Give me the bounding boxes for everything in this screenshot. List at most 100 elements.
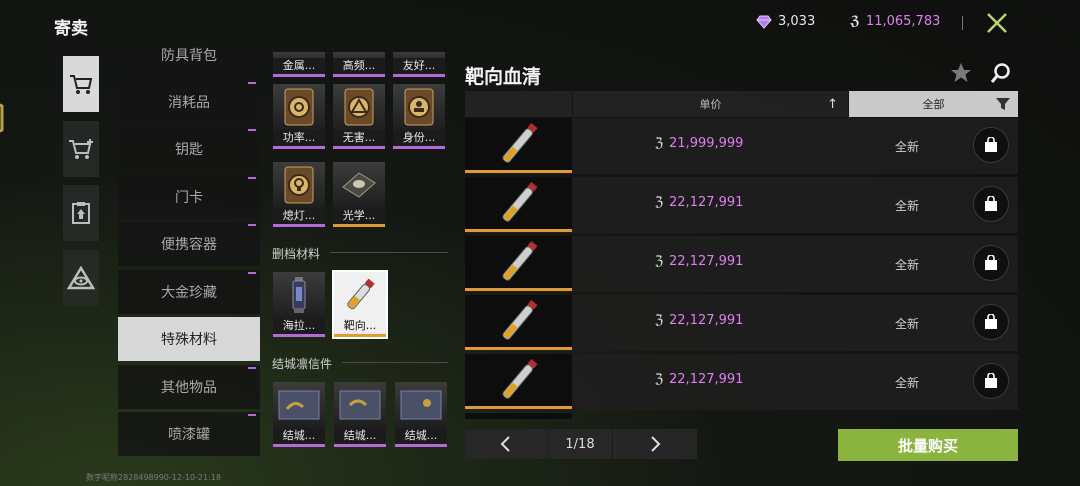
section-divider [330, 252, 448, 253]
keycard-bulb-icon [273, 162, 325, 208]
hexagon-emblem-icon [0, 96, 8, 140]
nav-buy-button[interactable] [63, 56, 99, 112]
diamond-icon [756, 15, 772, 29]
serum-vial-icon [465, 236, 572, 291]
keycard-id-icon [393, 84, 445, 130]
section-label-delete: 删档材料 [272, 247, 321, 261]
item-tile[interactable]: 功率... [273, 84, 325, 149]
buy-button[interactable] [973, 186, 1009, 222]
category-list: 防具背包 消耗品 钥匙 门卡 便携容器 大金珍藏 特殊材料 其他物品 喷漆罐 [118, 48, 260, 460]
nav-orders-button[interactable] [63, 185, 99, 241]
close-icon [987, 13, 1007, 33]
cart-icon [70, 75, 93, 94]
item-tile[interactable]: 结城... [334, 382, 386, 447]
page-title: 寄卖 [54, 19, 88, 39]
item-tile[interactable]: 高频... [333, 52, 385, 77]
sort-arrow-icon: ↑ [827, 96, 838, 112]
serum-vial-icon [465, 177, 572, 232]
section-divider [342, 362, 448, 363]
nav-exchange-button[interactable] [63, 250, 99, 306]
category-item[interactable]: 门卡 [118, 174, 260, 219]
item-tile[interactable]: 友好... [393, 52, 445, 77]
chevron-right-icon [651, 436, 661, 452]
shopping-bag-icon [985, 137, 997, 152]
item-tile[interactable]: 无害... [333, 84, 385, 149]
coin-icon: ℨ [655, 254, 664, 269]
condition-label: 全新 [895, 376, 920, 390]
condition-label: 全新 [895, 199, 920, 213]
coin-icon: ℨ [655, 195, 664, 210]
bulk-buy-button[interactable]: 批量购买 [838, 429, 1018, 461]
close-button[interactable] [984, 10, 1010, 36]
shopping-bag-icon [985, 373, 997, 388]
listing-row[interactable]: ℨ 22,127,991 全新 [465, 236, 1018, 292]
letter-icon [273, 382, 325, 428]
condition-label: 全新 [895, 140, 920, 154]
listing-row[interactable]: ℨ 21,999,999 全新 [465, 118, 1018, 174]
category-item[interactable]: 消耗品 [118, 79, 260, 124]
triangle-eye-icon [67, 266, 95, 290]
prev-page-button[interactable] [465, 429, 547, 459]
favorite-button[interactable] [950, 62, 972, 88]
coin-icon: ℨ [655, 372, 664, 387]
header-thumb-col [465, 91, 572, 117]
clipboard-icon [72, 202, 90, 224]
buy-button[interactable] [973, 304, 1009, 340]
header-divider [962, 16, 963, 30]
category-item[interactable]: 喷漆罐 [118, 412, 260, 456]
nav-sell-button[interactable] [63, 121, 99, 177]
shopping-bag-icon [985, 196, 997, 211]
keycard-power-icon [273, 84, 325, 130]
condition-label: 全新 [895, 317, 920, 331]
item-tile[interactable]: 结城... [395, 382, 447, 447]
coin-amount: 11,065,783 [865, 14, 941, 29]
letter-icon [395, 382, 447, 428]
item-tile[interactable]: 金属... [273, 52, 325, 77]
buy-button[interactable] [973, 127, 1009, 163]
serum-vial-icon [465, 295, 572, 350]
player-id-watermark: 数字昵称2828498990-12-10-21:18 [86, 473, 221, 482]
buy-button[interactable] [973, 245, 1009, 281]
gem-balance: 3,033 [756, 14, 815, 29]
sort-price-header[interactable]: 单价 ↑ [573, 91, 848, 117]
listing-row-partial[interactable] [465, 413, 572, 419]
filter-dropdown[interactable]: 全部 [849, 91, 1018, 117]
category-item[interactable]: 其他物品 [118, 364, 260, 409]
item-tile[interactable]: 海拉... [273, 272, 325, 337]
star-icon [951, 63, 971, 82]
buy-button[interactable] [973, 363, 1009, 399]
letter-icon [334, 382, 386, 428]
category-item[interactable]: 大金珍藏 [118, 269, 260, 314]
filter-icon [996, 98, 1010, 110]
coin-icon: ℨ [655, 313, 664, 328]
cart-add-icon [69, 139, 93, 159]
canister-icon [273, 272, 325, 318]
category-item-active[interactable]: 特殊材料 [118, 317, 260, 361]
search-icon [990, 63, 1010, 83]
section-label-letters: 结城凛信件 [272, 357, 333, 371]
listing-row[interactable]: ℨ 22,127,991 全新 [465, 354, 1018, 410]
item-tile[interactable]: 结城... [273, 382, 325, 447]
item-tile[interactable]: 熄灯... [273, 162, 325, 227]
category-item[interactable]: 便携容器 [118, 222, 260, 266]
shopping-bag-icon [985, 255, 997, 270]
item-tile[interactable]: 光学... [333, 162, 385, 227]
coin-balance: ℨ 11,065,783 [850, 14, 940, 29]
listing-row[interactable]: ℨ 22,127,991 全新 [465, 177, 1018, 233]
keycard-hazard-icon [333, 84, 385, 130]
chevron-left-icon [500, 436, 510, 452]
serum-vial-icon [334, 272, 386, 318]
condition-label: 全新 [895, 258, 920, 272]
next-page-button[interactable] [613, 429, 697, 459]
listing-row[interactable]: ℨ 22,127,991 全新 [465, 295, 1018, 351]
search-button[interactable] [990, 62, 1012, 88]
category-item[interactable]: 钥匙 [118, 127, 260, 171]
coin-icon: ℨ [850, 14, 860, 29]
category-item-partial[interactable]: 防具背包 [118, 48, 260, 76]
item-title: 靶向血清 [465, 66, 542, 88]
item-tile[interactable]: 身份... [393, 84, 445, 149]
serum-vial-icon [465, 118, 572, 173]
item-tile-selected[interactable]: 靶向... [332, 270, 388, 339]
gem-amount: 3,033 [778, 14, 816, 29]
shopping-bag-icon [985, 314, 997, 329]
